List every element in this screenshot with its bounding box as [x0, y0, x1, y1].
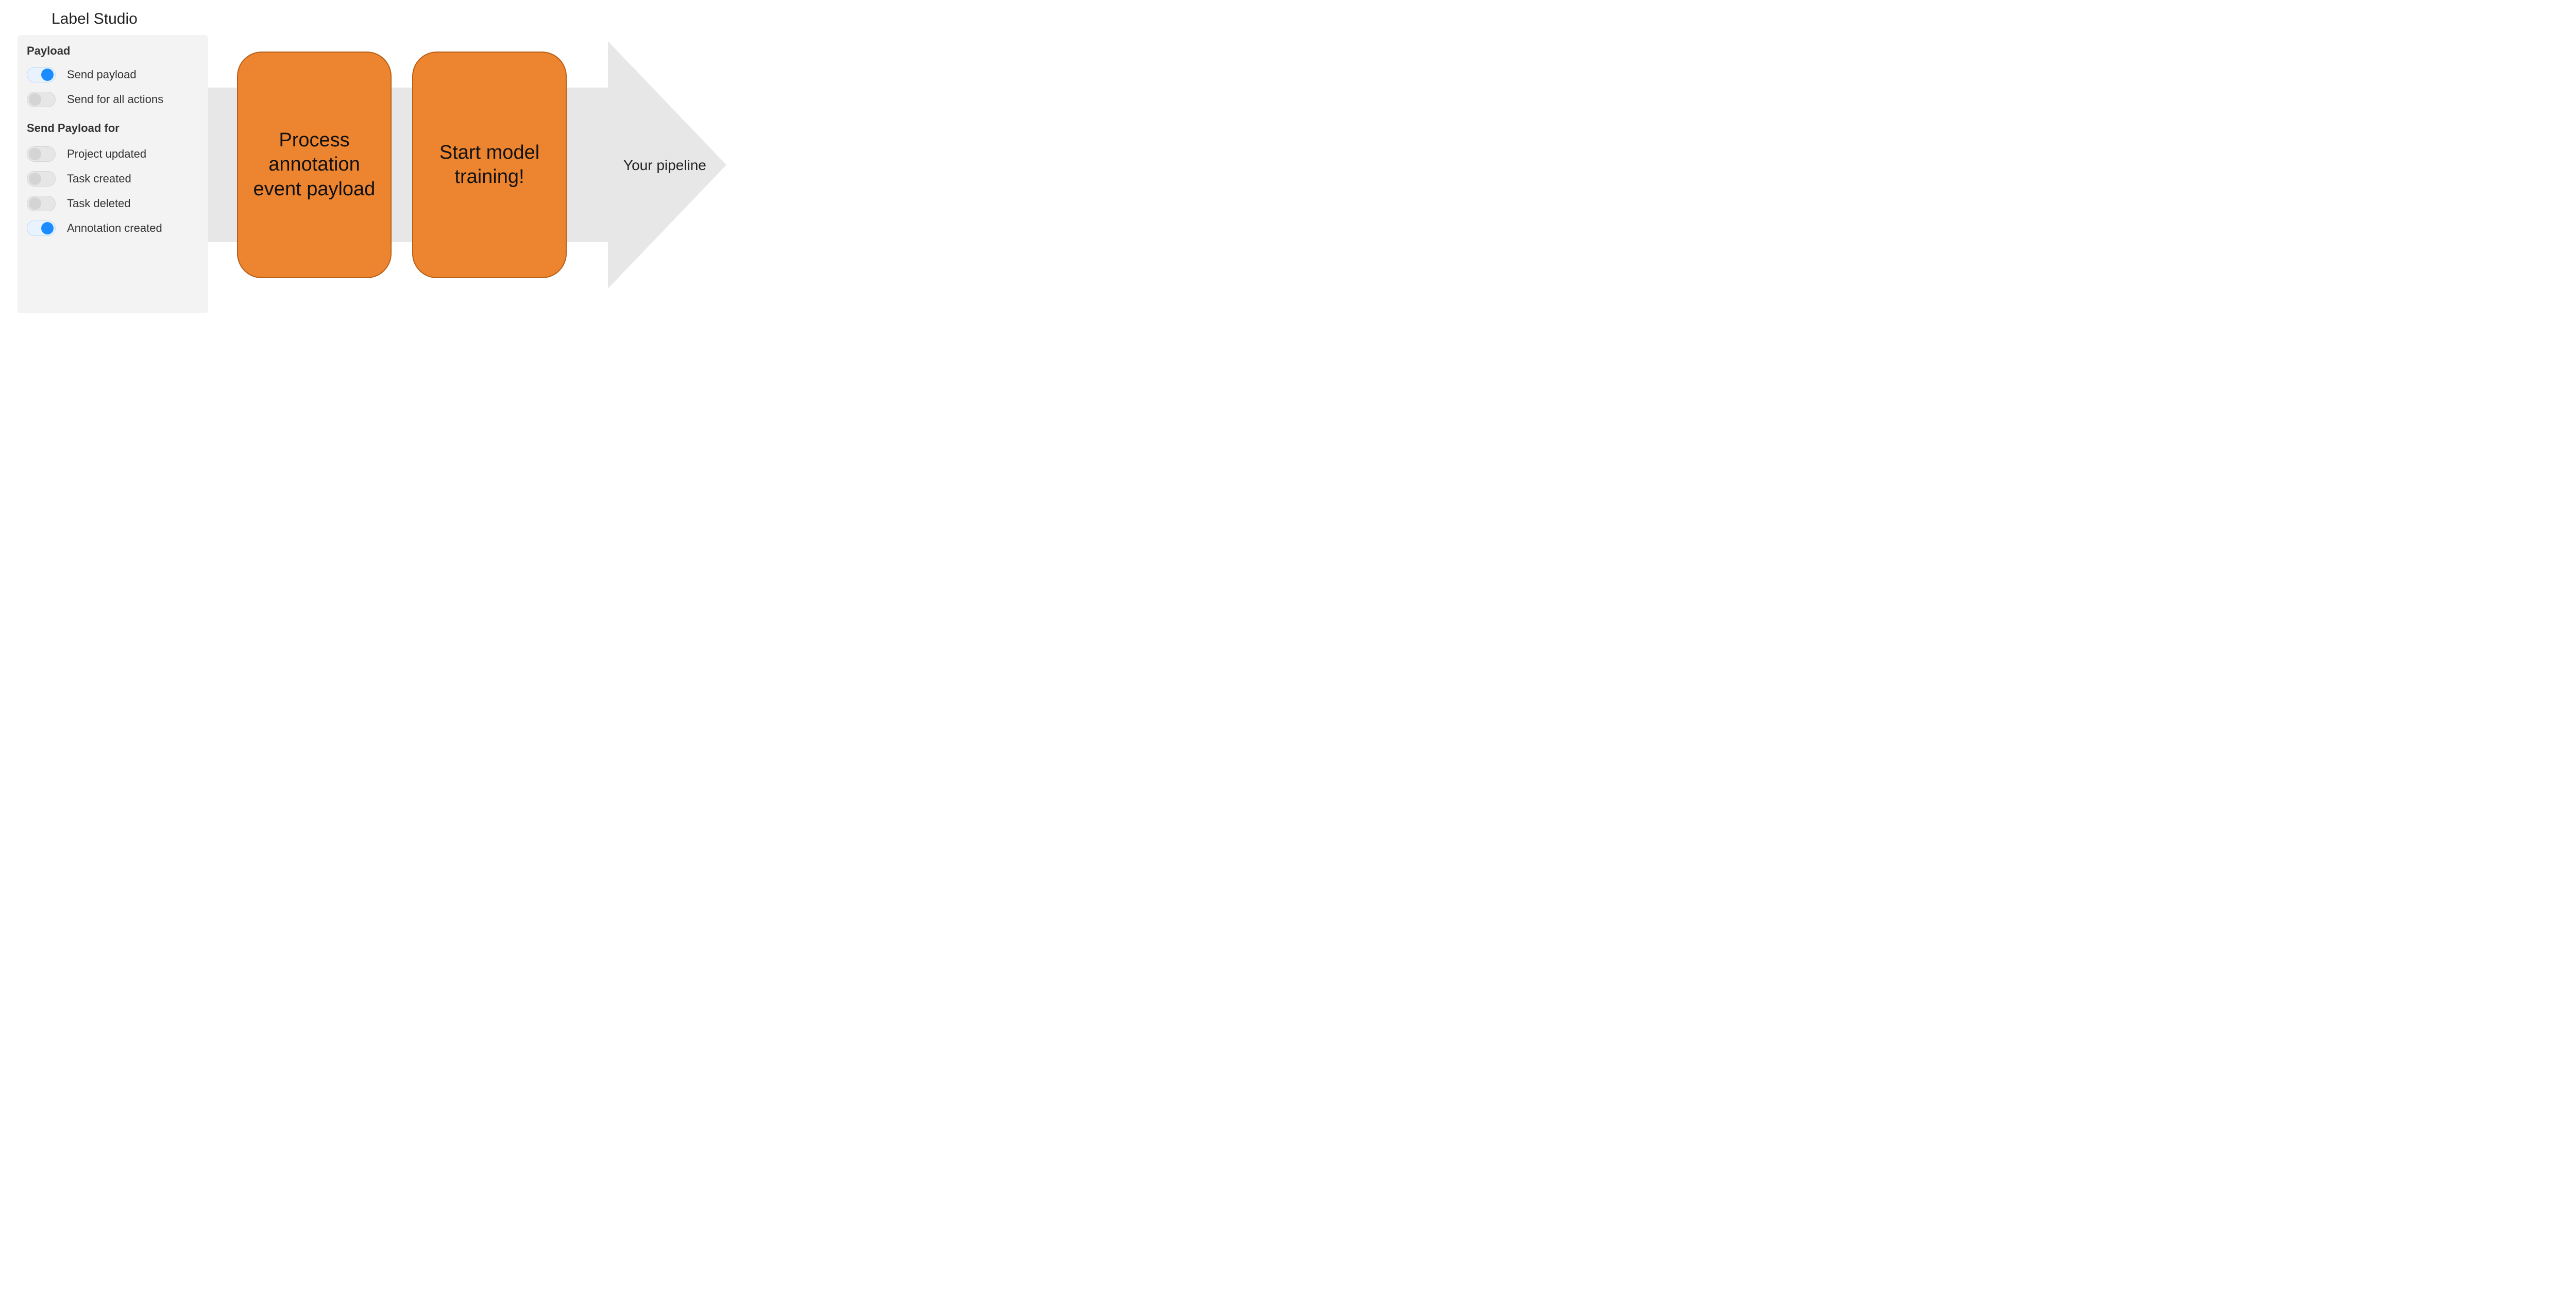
step-start-training: Start model training!	[412, 52, 567, 278]
settings-panel: Payload Send payload Send for all action…	[18, 35, 208, 313]
toggle-project-updated[interactable]	[27, 146, 56, 162]
toggle-send-payload[interactable]	[27, 67, 56, 82]
toggle-label-task-deleted: Task deleted	[67, 197, 131, 210]
step-process-annotation: Process annotation event payload	[237, 52, 392, 278]
diagram-container: Label Studio Payload Send payload Send f…	[10, 10, 804, 319]
step-start-training-text: Start model training!	[423, 141, 555, 190]
toggle-row-annotation-created: Annotation created	[27, 221, 199, 236]
toggle-row-task-deleted: Task deleted	[27, 196, 199, 211]
panel-subheading-send-for: Send Payload for	[27, 122, 199, 135]
toggle-row-project-updated: Project updated	[27, 146, 199, 162]
toggle-label-send-payload: Send payload	[67, 68, 137, 81]
panel-heading-payload: Payload	[27, 44, 199, 58]
toggle-task-deleted[interactable]	[27, 196, 56, 211]
toggle-row-task-created: Task created	[27, 171, 199, 187]
toggle-annotation-created[interactable]	[27, 221, 56, 236]
step-process-annotation-text: Process annotation event payload	[248, 128, 380, 202]
toggle-label-annotation-created: Annotation created	[67, 222, 162, 235]
pipeline-label: Your pipeline	[623, 157, 706, 174]
toggle-label-send-all-actions: Send for all actions	[67, 93, 163, 106]
toggle-row-send-all-actions: Send for all actions	[27, 92, 199, 107]
toggle-label-project-updated: Project updated	[67, 147, 146, 161]
toggle-label-task-created: Task created	[67, 172, 131, 185]
toggle-task-created[interactable]	[27, 171, 56, 187]
toggle-row-send-payload: Send payload	[27, 67, 199, 82]
toggle-send-all-actions[interactable]	[27, 92, 56, 107]
label-studio-title: Label Studio	[52, 10, 138, 28]
